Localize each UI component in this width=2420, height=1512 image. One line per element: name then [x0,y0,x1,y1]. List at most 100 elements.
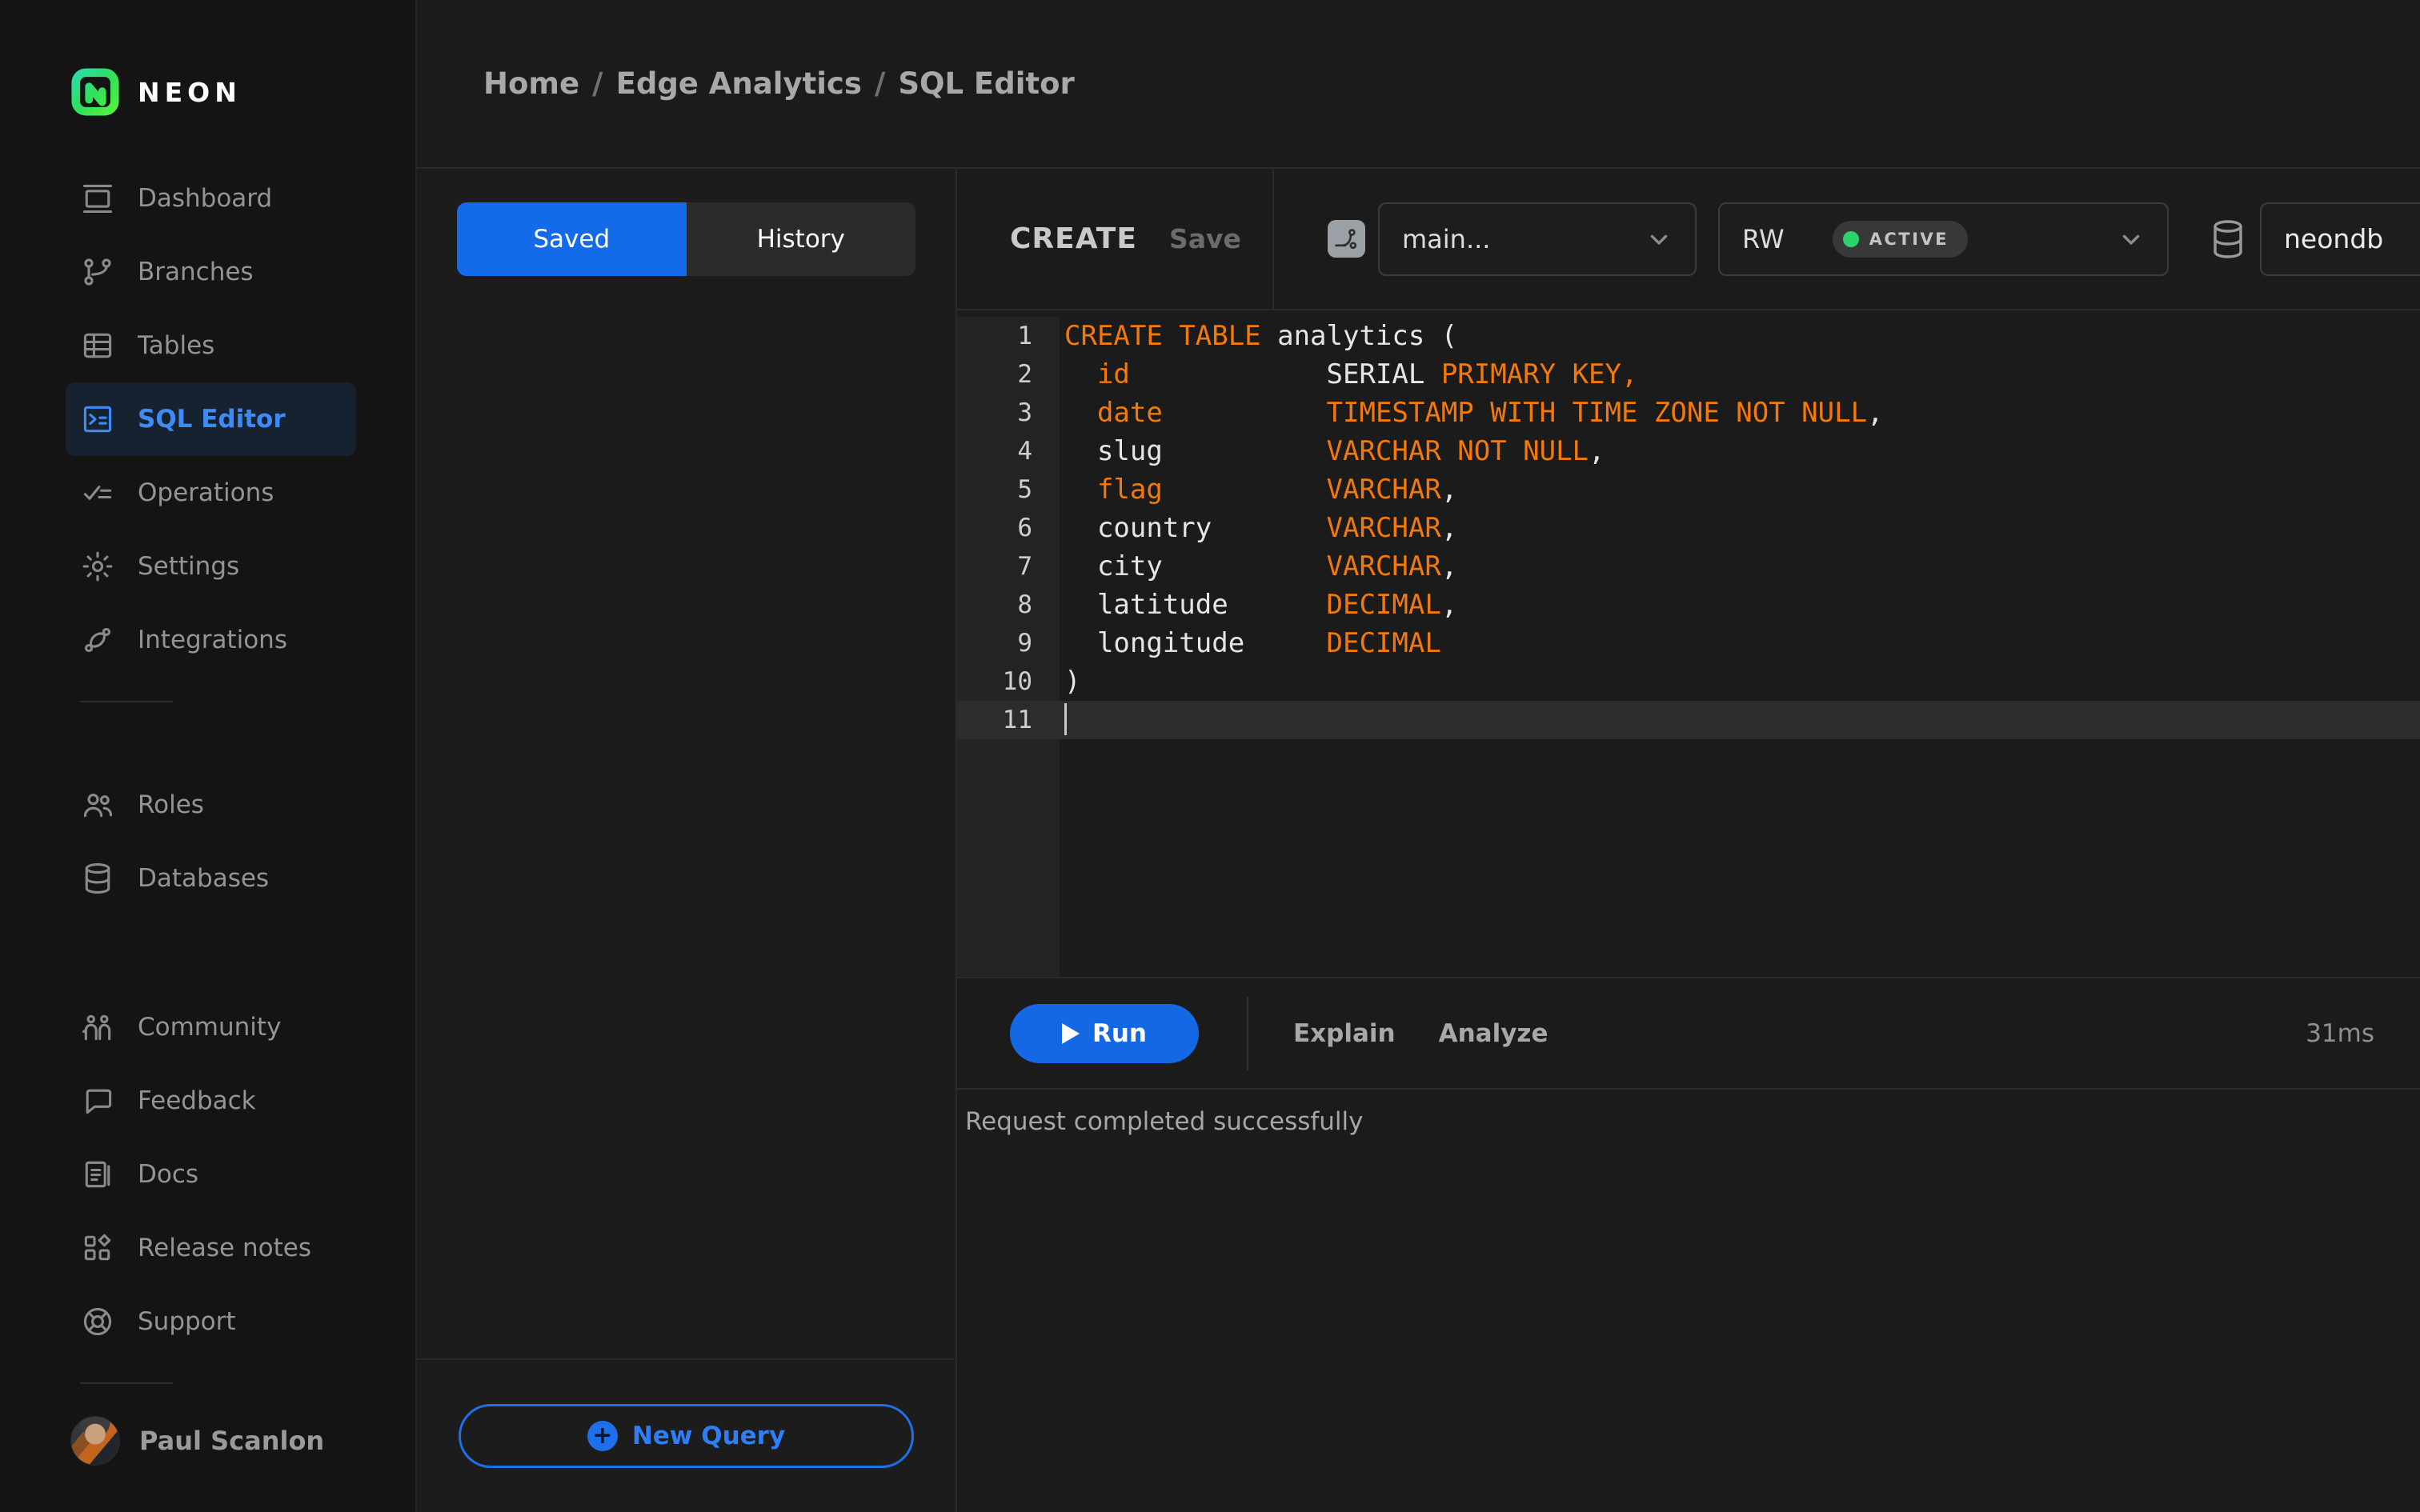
run-bar: Run Explain Analyze 31ms [957,977,2420,1088]
integrations-icon [80,622,115,658]
sidebar-item-label: Branches [138,258,254,286]
status-message: Request completed successfully [965,1107,1364,1136]
tab-saved[interactable]: Saved [457,202,687,276]
results-area: Request completed successfully [957,1088,2420,1512]
sidebar-item-branches[interactable]: Branches [0,235,415,309]
sidebar-item-label: Support [138,1307,236,1336]
line-number: 7 [957,547,1060,586]
line-number: 9 [957,624,1060,662]
sidebar-item-databases[interactable]: Databases [0,842,415,915]
sidebar-item-label: Roles [138,790,204,819]
code-line-5: 5 flag VARCHAR, [957,470,2420,509]
code-line-10: 10) [957,662,2420,701]
sidebar-item-release-notes[interactable]: Release notes [0,1211,415,1285]
sidebar-item-sql-editor[interactable]: SQL Editor [66,382,356,456]
sidebar-item-dashboard[interactable]: Dashboard [0,162,415,235]
content: Saved History + New Query CREATE Save ma… [417,169,2420,1512]
breadcrumb-item-home[interactable]: Home [483,66,579,101]
chevron-down-icon [2118,226,2145,253]
database-select[interactable]: neondb [2260,202,2420,276]
compute-select-value: RW [1742,223,1785,254]
line-number: 2 [957,355,1060,394]
tab-history[interactable]: History [686,202,916,276]
code-text: city VARCHAR, [1064,550,1458,582]
brand-logo[interactable]: NEON [0,0,415,120]
sidebar-divider [80,1382,173,1384]
run-button[interactable]: Run [1010,1003,1199,1063]
compute-select[interactable]: RW ACTIVE [1718,202,2169,276]
new-query-area: + New Query [417,1358,956,1512]
code-text: slug VARCHAR NOT NULL, [1064,435,1605,467]
code-line-8: 8 latitude DECIMAL, [957,586,2420,624]
sidebar-item-label: Settings [138,552,240,581]
query-title: CREATE [1010,222,1137,255]
dashboard-icon [80,181,115,216]
breadcrumb: Home / Edge Analytics / SQL Editor [483,66,1075,101]
query-duration: 31ms [2306,1018,2374,1048]
new-query-button[interactable]: + New Query [459,1404,914,1468]
sidebar-item-operations[interactable]: Operations [0,456,415,530]
sidebar-item-community[interactable]: Community [0,990,415,1064]
analyze-button[interactable]: Analyze [1439,1019,1549,1048]
sidebar-item-label: Community [138,1013,282,1042]
code-line-7: 7 city VARCHAR, [957,547,2420,586]
saved-queries-panel: Saved History + New Query [417,169,957,1512]
sidebar-item-label: Integrations [138,626,287,654]
sidebar-nav-secondary: Roles Databases [0,768,415,915]
code-line-4: 4 slug VARCHAR NOT NULL, [957,432,2420,470]
code-line-11: 11 [957,701,2420,739]
run-label: Run [1092,1018,1147,1048]
code-text: longitude DECIMAL [1064,627,1441,659]
branch-select[interactable]: main... [1378,202,1697,276]
breadcrumb-item-edge-analytics[interactable]: Edge Analytics [616,66,862,101]
database-icon [2209,218,2247,261]
branch-icon [1334,228,1356,249]
database-select-value: neondb [2284,223,2384,254]
sidebar-item-roles[interactable]: Roles [0,768,415,842]
sidebar-item-feedback[interactable]: Feedback [0,1064,415,1138]
code-text: latitude DECIMAL, [1064,589,1458,621]
line-number: 11 [957,701,1060,739]
support-icon [80,1304,115,1339]
docs-icon [80,1157,115,1192]
breadcrumb-separator: / [874,66,886,101]
branch-chip-button[interactable] [1328,220,1365,258]
sidebar-item-support[interactable]: Support [0,1285,415,1358]
avatar [70,1416,120,1466]
chevron-down-icon [1645,226,1673,253]
code-text [1060,701,2420,739]
sidebar-nav-primary: Dashboard Branches Tables SQL Editor Operati… [0,162,415,677]
breadcrumb-item-sql-editor[interactable]: SQL Editor [898,66,1074,101]
release-notes-icon [80,1230,115,1266]
line-number: 3 [957,394,1060,432]
sidebar-item-tables[interactable]: Tables [0,309,415,382]
text-cursor [1064,702,1067,735]
code-text: ) [1064,666,1081,698]
sidebar-item-label: Docs [138,1160,199,1189]
code-filler [957,739,2420,977]
sidebar-item-label: Operations [138,478,274,507]
query-title-area: CREATE Save [957,169,1274,309]
status-badge: ACTIVE [1832,220,1968,258]
sql-code-editor[interactable]: 1 CREATE TABLE analytics (2 id SERIAL PRI… [957,310,2420,977]
line-number: 10 [957,662,1060,701]
code-text: date TIMESTAMP WITH TIME ZONE NOT NULL, [1064,397,1884,429]
status-badge-label: ACTIVE [1869,229,1949,249]
code-line-6: 6 country VARCHAR, [957,509,2420,547]
active-dot-icon [1842,230,1859,247]
sidebar-item-settings[interactable]: Settings [0,530,415,603]
operations-icon [80,475,115,510]
sidebar-item-label: SQL Editor [138,405,286,434]
breadcrumb-separator: / [592,66,603,101]
user-menu[interactable]: Paul Scanlon [0,1408,415,1512]
divider [1247,996,1248,1070]
line-number: 5 [957,470,1060,509]
save-button[interactable]: Save [1169,223,1241,254]
sidebar-item-docs[interactable]: Docs [0,1138,415,1211]
toolbar-controls: main... RW ACTIVE neondb [1274,169,2420,309]
branches-icon [80,254,115,290]
play-icon [1061,1022,1080,1044]
sidebar-item-integrations[interactable]: Integrations [0,603,415,677]
explain-button[interactable]: Explain [1293,1019,1396,1048]
